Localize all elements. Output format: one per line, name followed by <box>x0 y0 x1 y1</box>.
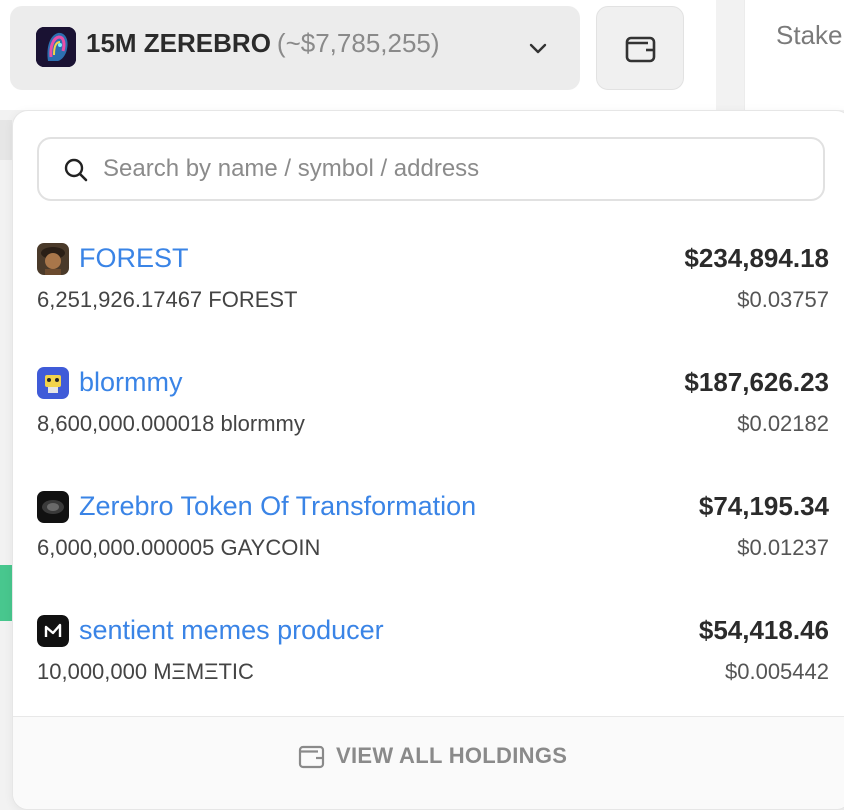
holding-value: $234,894.18 <box>684 243 829 273</box>
wallet-icon <box>625 36 656 63</box>
background-panel <box>0 120 12 160</box>
blormmy-token-icon <box>37 367 69 399</box>
wallet-button[interactable] <box>596 6 684 90</box>
forest-token-icon <box>37 243 69 275</box>
holding-row-blormmy[interactable]: blormmy $187,626.23 8,600,000.000018 blo… <box>13 359 844 459</box>
search-input[interactable] <box>103 151 803 187</box>
holding-price: $0.01237 <box>737 535 829 560</box>
dropdown-footer: VIEW ALL HOLDINGS <box>13 717 844 809</box>
holding-name[interactable]: Zerebro Token Of Transformation <box>79 491 476 522</box>
holding-price: $0.005442 <box>725 659 829 684</box>
selected-token-label: 15M ZEREBRO (~$7,785,255) <box>86 28 440 59</box>
memetic-token-icon <box>37 615 69 647</box>
holding-value: $187,626.23 <box>684 367 829 397</box>
holding-quantity: 8,600,000.000018 blormmy <box>37 411 305 436</box>
search-box[interactable] <box>37 137 825 201</box>
holding-value: $54,418.46 <box>698 615 829 645</box>
holding-row-gaycoin[interactable]: Zerebro Token Of Transformation $74,195.… <box>13 483 844 583</box>
holding-quantity: 6,000,000.000005 GAYCOIN <box>37 535 321 560</box>
holding-price: $0.02182 <box>737 411 829 436</box>
holding-row-memetic[interactable]: sentient memes producer $54,418.46 10,00… <box>13 607 844 707</box>
view-all-holdings-label: VIEW ALL HOLDINGS <box>336 743 568 768</box>
holding-name[interactable]: sentient memes producer <box>79 615 384 646</box>
holdings-dropdown: FOREST $234,894.18 6,251,926.17467 FORES… <box>12 110 844 810</box>
holding-value: $74,195.34 <box>698 491 829 521</box>
holding-name[interactable]: FOREST <box>79 243 189 274</box>
stake-panel <box>744 0 844 110</box>
zerebro-token-icon <box>36 27 76 67</box>
token-amount: 15M ZEREBRO <box>86 28 271 58</box>
gaycoin-token-icon <box>37 491 69 523</box>
holding-quantity: 6,251,926.17467 FOREST <box>37 287 298 312</box>
token-usd-value: (~$7,785,255) <box>276 28 440 58</box>
background-accent <box>0 565 12 621</box>
holding-price: $0.03757 <box>737 287 829 312</box>
chevron-down-icon <box>529 43 547 54</box>
wallet-icon <box>298 745 325 769</box>
token-selector-button[interactable]: 15M ZEREBRO (~$7,785,255) <box>10 6 580 90</box>
search-icon <box>64 158 88 182</box>
stake-tab[interactable]: Stake <box>776 20 843 51</box>
holding-row-forest[interactable]: FOREST $234,894.18 6,251,926.17467 FORES… <box>13 235 844 335</box>
holding-name[interactable]: blormmy <box>79 367 183 398</box>
holding-quantity: 10,000,000 MΞMΞTIC <box>37 659 254 684</box>
